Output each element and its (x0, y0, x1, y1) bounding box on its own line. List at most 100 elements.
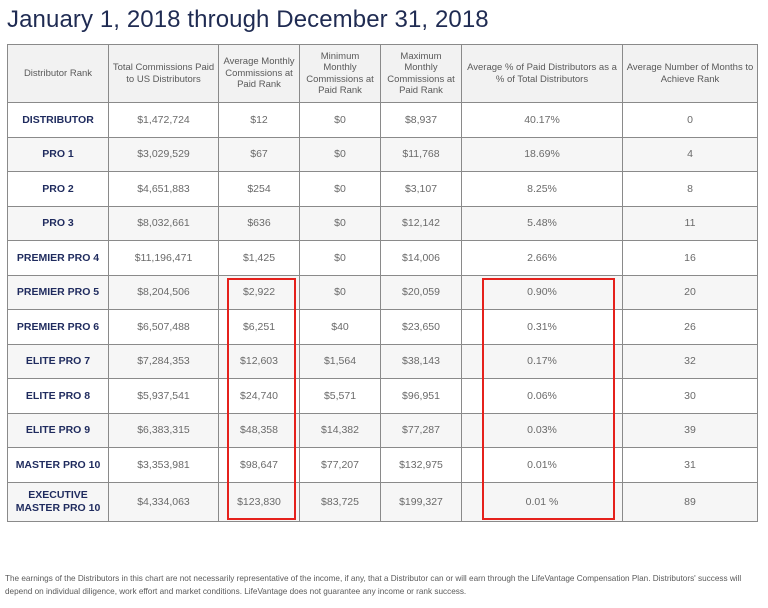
maximum-monthly-cell: $3,107 (380, 171, 462, 207)
average-monthly-cell: $2,922 (218, 274, 300, 310)
header-average-monthly: Average Monthly Commissions at Paid Rank (218, 44, 300, 103)
average-monthly-cell: $123,830 (218, 481, 300, 522)
header-average-percent: Average % of Paid Distributors as a % of… (461, 44, 623, 103)
average-percent-cell: 8.25% (461, 171, 623, 207)
table-row: PREMIER PRO 4 $11,196,471 $1,425 $0 $14,006 2… (7, 240, 758, 276)
total-commissions-cell: $7,284,353 (108, 343, 219, 379)
average-months-cell: 16 (622, 240, 758, 276)
average-percent-cell: 2.66% (461, 240, 623, 276)
header-distributor-rank: Distributor Rank (7, 44, 109, 103)
table-row: DISTRIBUTOR $1,472,724 $12 $0 $8,937 40.17% 0 (7, 102, 758, 138)
header-maximum-monthly: Maximum Monthly Commissions at Paid Rank (380, 44, 462, 103)
header-total-commissions: Total Commissions Paid to US Distributor… (108, 44, 219, 103)
total-commissions-cell: $8,032,661 (108, 205, 219, 241)
average-monthly-cell: $24,740 (218, 378, 300, 414)
minimum-monthly-cell: $1,564 (299, 343, 381, 379)
average-percent-cell: 5.48% (461, 205, 623, 241)
commissions-table: Distributor Rank Total Commissions Paid … (7, 44, 758, 522)
maximum-monthly-cell: $38,143 (380, 343, 462, 379)
average-percent-cell: 0.17% (461, 343, 623, 379)
minimum-monthly-cell: $83,725 (299, 481, 381, 522)
minimum-monthly-cell: $0 (299, 102, 381, 138)
average-monthly-cell: $6,251 (218, 309, 300, 345)
rank-cell: ELITE PRO 9 (7, 412, 109, 448)
maximum-monthly-cell: $199,327 (380, 481, 462, 522)
total-commissions-cell: $1,472,724 (108, 102, 219, 138)
minimum-monthly-cell: $14,382 (299, 412, 381, 448)
minimum-monthly-cell: $0 (299, 171, 381, 207)
maximum-monthly-cell: $77,287 (380, 412, 462, 448)
table-row: EXECUTIVE MASTER PRO 10 $4,334,063 $123,83… (7, 481, 758, 522)
average-percent-cell: 18.69% (461, 136, 623, 172)
rank-cell: MASTER PRO 10 (7, 447, 109, 483)
minimum-monthly-cell: $77,207 (299, 447, 381, 483)
minimum-monthly-cell: $40 (299, 309, 381, 345)
maximum-monthly-cell: $14,006 (380, 240, 462, 276)
table-row: PRO 2 $4,651,883 $254 $0 $3,107 8.25% 8 (7, 171, 758, 207)
rank-cell: ELITE PRO 7 (7, 343, 109, 379)
rank-cell: ELITE PRO 8 (7, 378, 109, 414)
rank-cell: PREMIER PRO 6 (7, 309, 109, 345)
maximum-monthly-cell: $96,951 (380, 378, 462, 414)
average-percent-cell: 40.17% (461, 102, 623, 138)
total-commissions-cell: $5,937,541 (108, 378, 219, 414)
maximum-monthly-cell: $11,768 (380, 136, 462, 172)
table-body: DISTRIBUTOR $1,472,724 $12 $0 $8,937 40.17% 0 P… (7, 102, 758, 522)
average-months-cell: 31 (622, 447, 758, 483)
average-months-cell: 89 (622, 481, 758, 522)
average-percent-cell: 0.01% (461, 447, 623, 483)
average-months-cell: 39 (622, 412, 758, 448)
minimum-monthly-cell: $0 (299, 274, 381, 310)
average-months-cell: 26 (622, 309, 758, 345)
average-monthly-cell: $98,647 (218, 447, 300, 483)
commissions-table-wrapper: Distributor Rank Total Commissions Paid … (7, 44, 758, 522)
rank-cell: PRO 2 (7, 171, 109, 207)
average-months-cell: 32 (622, 343, 758, 379)
minimum-monthly-cell: $0 (299, 240, 381, 276)
average-percent-cell: 0.01 % (461, 481, 623, 522)
table-row: MASTER PRO 10 $3,353,981 $98,647 $77,207 $13… (7, 447, 758, 483)
table-row: ELITE PRO 8 $5,937,541 $24,740 $5,571 $96,95… (7, 378, 758, 414)
total-commissions-cell: $3,353,981 (108, 447, 219, 483)
average-months-cell: 0 (622, 102, 758, 138)
rank-cell: PRO 1 (7, 136, 109, 172)
rank-cell: PRO 3 (7, 205, 109, 241)
maximum-monthly-cell: $12,142 (380, 205, 462, 241)
average-monthly-cell: $254 (218, 171, 300, 207)
average-percent-cell: 0.90% (461, 274, 623, 310)
footnote-disclaimer: The earnings of the Distributors in this… (5, 574, 742, 596)
average-months-cell: 4 (622, 136, 758, 172)
table-header-row: Distributor Rank Total Commissions Paid … (7, 44, 758, 103)
table-row: ELITE PRO 7 $7,284,353 $12,603 $1,564 $38,14… (7, 343, 758, 379)
average-monthly-cell: $12 (218, 102, 300, 138)
average-percent-cell: 0.03% (461, 412, 623, 448)
average-months-cell: 8 (622, 171, 758, 207)
average-monthly-cell: $1,425 (218, 240, 300, 276)
rank-cell: PREMIER PRO 4 (7, 240, 109, 276)
average-monthly-cell: $67 (218, 136, 300, 172)
header-average-months: Average Number of Months to Achieve Rank (622, 44, 758, 103)
rank-cell: EXECUTIVE MASTER PRO 10 (7, 481, 109, 522)
table-row: ELITE PRO 9 $6,383,315 $48,358 $14,382 $77,2… (7, 412, 758, 448)
table-row: PRO 1 $3,029,529 $67 $0 $11,768 18.69% 4 (7, 136, 758, 172)
table-row: PREMIER PRO 5 $8,204,506 $2,922 $0 $20,059 0.… (7, 274, 758, 310)
total-commissions-cell: $11,196,471 (108, 240, 219, 276)
rank-cell: PREMIER PRO 5 (7, 274, 109, 310)
maximum-monthly-cell: $20,059 (380, 274, 462, 310)
maximum-monthly-cell: $8,937 (380, 102, 462, 138)
total-commissions-cell: $4,334,063 (108, 481, 219, 522)
page-title: January 1, 2018 through December 31, 201… (7, 6, 489, 33)
average-months-cell: 30 (622, 378, 758, 414)
average-percent-cell: 0.31% (461, 309, 623, 345)
total-commissions-cell: $6,507,488 (108, 309, 219, 345)
average-monthly-cell: $48,358 (218, 412, 300, 448)
total-commissions-cell: $4,651,883 (108, 171, 219, 207)
total-commissions-cell: $6,383,315 (108, 412, 219, 448)
total-commissions-cell: $8,204,506 (108, 274, 219, 310)
table-row: PREMIER PRO 6 $6,507,488 $6,251 $40 $23,650 0… (7, 309, 758, 345)
average-months-cell: 20 (622, 274, 758, 310)
table-row: PRO 3 $8,032,661 $636 $0 $12,142 5.48% 11 (7, 205, 758, 241)
average-monthly-cell: $636 (218, 205, 300, 241)
total-commissions-cell: $3,029,529 (108, 136, 219, 172)
maximum-monthly-cell: $23,650 (380, 309, 462, 345)
